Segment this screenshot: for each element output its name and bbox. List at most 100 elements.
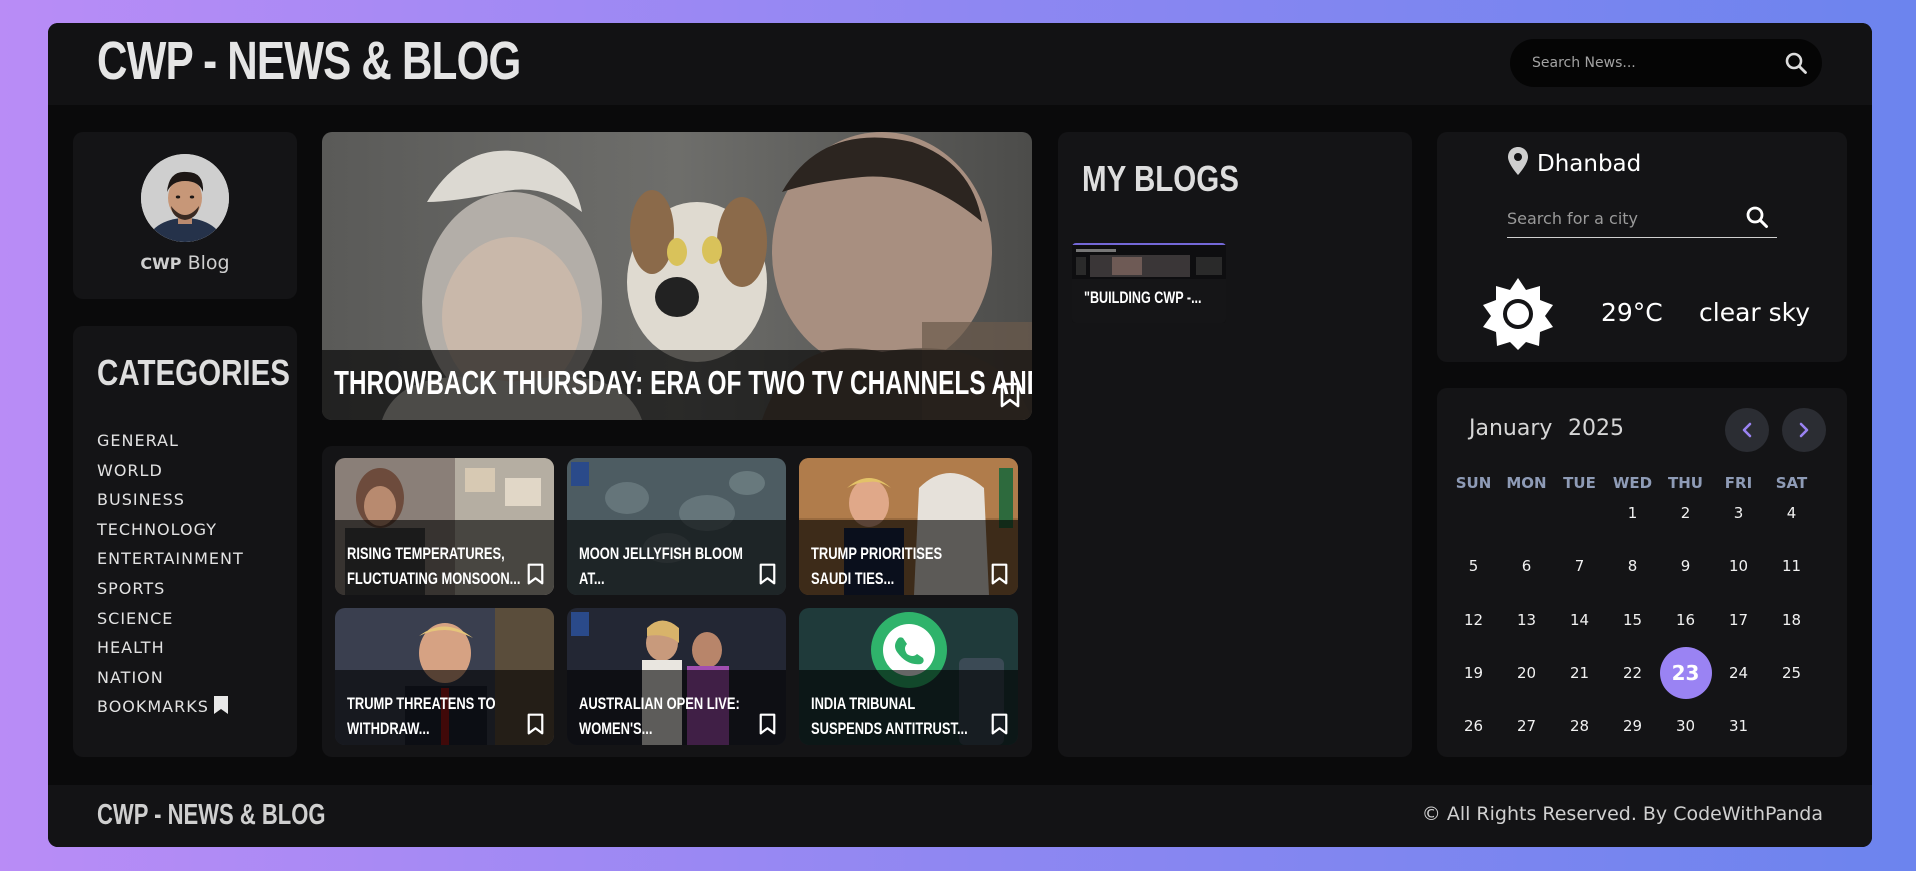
calendar-day[interactable]: 9 [1659,551,1712,581]
previous-month-button[interactable] [1725,408,1769,452]
featured-article[interactable]: THROWBACK THURSDAY: ERA OF TWO TV CHANNE… [322,132,1032,420]
search-input[interactable] [1532,39,1772,87]
site-title[interactable]: CWP - NEWS & BLOG [97,29,521,94]
category-general[interactable]: GENERAL [97,426,244,456]
calendar-day[interactable]: 4 [1765,498,1818,528]
category-technology[interactable]: TECHNOLOGY [97,515,244,545]
chevron-right-icon [1799,422,1809,438]
calendar-day[interactable]: 15 [1606,605,1659,635]
footer-copyright: © All Rights Reserved. By CodeWithPanda [1421,803,1823,825]
my-blogs-title: MY BLOGS [1082,158,1239,199]
calendar-day[interactable]: 12 [1447,605,1500,635]
bookmark-icon[interactable] [759,713,776,735]
bookmark-filled-icon [213,696,228,715]
news-title: MOON JELLYFISH BLOOM AT... [579,544,743,588]
search-icon[interactable] [1784,51,1808,75]
calendar-day[interactable]: 2 [1659,498,1712,528]
news-title: INDIA TRIBUNAL SUSPENDS ANTITRUST... [811,694,968,738]
calendar-day[interactable]: 25 [1765,658,1818,688]
weekday-label: WED [1612,474,1653,492]
blog-thumbnail [1072,243,1226,323]
bookmark-icon[interactable] [991,563,1008,585]
calendar-day[interactable]: 6 [1500,551,1553,581]
category-label: GENERAL [97,431,179,450]
calendar-card: January 2025 SUN MON TUE WED THU FRI SAT 1 2 3 4 5 6… [1437,388,1847,757]
calendar-day[interactable]: 28 [1553,711,1606,741]
category-business[interactable]: BUSINESS [97,485,244,515]
news-card[interactable]: RISING TEMPERATURES, FLUCTUATING MONSOON… [335,458,554,595]
categories-card: CATEGORIES GENERAL WORLD BUSINESS TECHNO… [73,326,297,757]
blog-item[interactable]: "BUILDING CWP -... [1072,243,1226,323]
category-nation[interactable]: NATION [97,663,244,693]
category-label: ENTERTAINMENT [97,549,244,569]
category-science[interactable]: SCIENCE [97,604,244,634]
footer-brand: CWP - NEWS & BLOG [97,799,326,831]
calendar-day[interactable]: 7 [1553,551,1606,581]
category-label: BUSINESS [97,490,185,510]
category-label: HEALTH [97,638,165,658]
news-card[interactable]: AUSTRALIAN OPEN LIVE: WOMEN'S... [567,608,786,745]
calendar-day[interactable]: 19 [1447,658,1500,688]
news-title: AUSTRALIAN OPEN LIVE: WOMEN'S... [579,694,740,738]
news-card[interactable]: MOON JELLYFISH BLOOM AT... [567,458,786,595]
calendar-day[interactable]: 5 [1447,551,1500,581]
calendar-day[interactable]: 24 [1712,658,1765,688]
calendar-day[interactable]: 14 [1553,605,1606,635]
bookmark-icon[interactable] [991,713,1008,735]
header: CWP - NEWS & BLOG [48,23,1872,105]
calendar-day[interactable]: 16 [1659,605,1712,635]
calendar-day[interactable]: 31 [1712,711,1765,741]
calendar-day[interactable]: 22 [1606,658,1659,688]
bookmark-icon[interactable] [759,563,776,585]
search-icon[interactable] [1745,205,1769,229]
weekday-label: THU [1668,474,1703,492]
calendar-day[interactable]: 30 [1659,711,1712,741]
weather-temperature: 29°C [1601,298,1663,327]
calendar-day[interactable]: 17 [1712,605,1765,635]
bookmark-icon[interactable] [1000,382,1020,408]
weekday-label: MON [1506,474,1547,492]
calendar-day[interactable]: 8 [1606,551,1659,581]
avatar[interactable] [141,154,229,242]
next-month-button[interactable] [1782,408,1826,452]
location-pin-icon [1508,147,1528,175]
profile-card: CWP Blog [73,132,297,299]
bookmark-icon[interactable] [527,563,544,585]
news-card[interactable]: TRUMP PRIORITISES SAUDI TIES... [799,458,1018,595]
weekday-label: SAT [1775,474,1808,492]
news-card[interactable]: INDIA TRIBUNAL SUSPENDS ANTITRUST... [799,608,1018,745]
calendar-day[interactable]: 3 [1712,498,1765,528]
calendar-day-today[interactable]: 23 [1659,647,1712,699]
news-grid: RISING TEMPERATURES, FLUCTUATING MONSOON… [322,446,1032,757]
chevron-left-icon [1742,422,1752,438]
category-bookmarks[interactable]: BOOKMARKS [97,692,244,722]
my-blogs-card: MY BLOGS "BUILDING CWP -... [1058,132,1412,757]
calendar-day[interactable]: 26 [1447,711,1500,741]
calendar-day[interactable]: 21 [1553,658,1606,688]
calendar-day[interactable]: 20 [1500,658,1553,688]
news-title: TRUMP THREATENS TO WITHDRAW... [347,694,496,738]
calendar-day[interactable]: 18 [1765,605,1818,635]
category-label: SCIENCE [97,608,174,628]
calendar-day[interactable]: 1 [1606,498,1659,528]
news-title: RISING TEMPERATURES, FLUCTUATING MONSOON… [347,544,521,588]
category-label: SPORTS [97,578,166,598]
app-window: CWP - NEWS & BLOG CWP Blog [48,23,1872,847]
featured-title[interactable]: THROWBACK THURSDAY: ERA OF TWO TV CHANNE… [334,364,1032,402]
bookmark-icon[interactable] [527,713,544,735]
calendar-day[interactable]: 10 [1712,551,1765,581]
city-search-input[interactable] [1507,198,1727,238]
category-sports[interactable]: SPORTS [97,574,244,604]
profile-name-strong: CWP [140,254,182,273]
calendar-year: 2025 [1568,416,1624,441]
weekday-label: TUE [1563,474,1596,492]
category-entertainment[interactable]: ENTERTAINMENT [97,544,244,574]
calendar-day[interactable]: 27 [1500,711,1553,741]
category-health[interactable]: HEALTH [97,633,244,663]
calendar-day[interactable]: 13 [1500,605,1553,635]
weekday-label: SUN [1455,474,1492,492]
news-card[interactable]: TRUMP THREATENS TO WITHDRAW... [335,608,554,745]
category-world[interactable]: WORLD [97,456,244,486]
calendar-day[interactable]: 29 [1606,711,1659,741]
calendar-day[interactable]: 11 [1765,551,1818,581]
